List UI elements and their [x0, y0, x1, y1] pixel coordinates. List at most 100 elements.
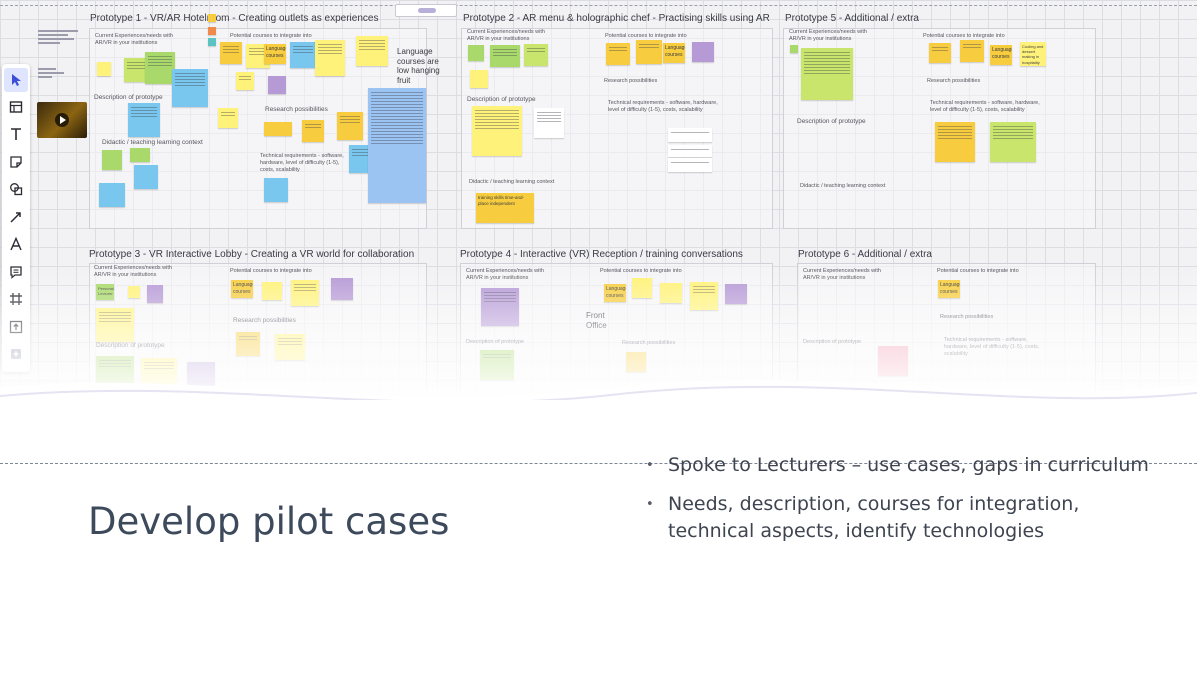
- bullet-dot-icon: •: [646, 458, 654, 473]
- sticky-note: [524, 44, 548, 66]
- sticky-note: [801, 48, 853, 100]
- sticky-note: [929, 43, 951, 63]
- sticky-note: [130, 148, 150, 162]
- sticky-note: [268, 76, 286, 94]
- sticky-note: [534, 108, 564, 138]
- sticky-note: [218, 108, 238, 128]
- label-needs: Current Experiences/needs with AR/VR in …: [789, 29, 867, 42]
- sticky-note: [878, 346, 908, 376]
- label-needs: Current Experiences/needs with AR/VR in …: [94, 265, 172, 278]
- label-technical: Technical requirements - software, hardw…: [930, 100, 1040, 113]
- bullet-dot-icon: •: [646, 497, 654, 512]
- sticky-note: training skills time-and-place independe…: [476, 193, 534, 223]
- sticky-note: [236, 332, 260, 356]
- sticky-note: [960, 40, 984, 62]
- label-research: Research possibilities: [233, 317, 296, 324]
- whiteboard-screenshot: Prototype 1 - VR/AR Hotelroom - Creating…: [0, 0, 1197, 400]
- sticky-note: [468, 45, 484, 61]
- label-description: Description of prototype: [467, 96, 536, 103]
- sticky-note: [632, 278, 652, 298]
- sticky-note: [668, 145, 712, 157]
- sticky-note: [490, 45, 520, 67]
- sticky-note: Personal Lecturer: [96, 284, 114, 300]
- sticky-note: [172, 69, 208, 107]
- sticky-note: [690, 282, 718, 310]
- sticky-note: [692, 42, 714, 62]
- board-dashed-border: [0, 5, 1197, 6]
- table-icon[interactable]: [4, 95, 28, 119]
- sticky-note: [668, 158, 712, 172]
- bullet-item: • Needs, description, courses for integr…: [644, 491, 1164, 545]
- arrow-pen-icon[interactable]: [4, 205, 28, 229]
- slide-title: Develop pilot cases: [88, 500, 450, 543]
- frame-title-prototype-2: Prototype 2 - AR menu & holographic chef…: [463, 13, 770, 24]
- label-courses: Potential courses to integrate into: [923, 33, 1005, 39]
- label-description: Description of prototype: [94, 94, 163, 101]
- sticky-note: [264, 122, 292, 136]
- label-didactic: Didactic / teaching learning context: [800, 183, 886, 189]
- video-thumbnail[interactable]: [37, 102, 87, 138]
- label-description: Description of prototype: [803, 339, 862, 345]
- sticky-note: [368, 88, 426, 203]
- label-needs: Current Experiences/needs with AR/VR in …: [466, 268, 544, 281]
- play-icon[interactable]: [55, 113, 69, 127]
- label-didactic: Didactic / teaching learning context: [102, 139, 203, 146]
- sticky-note: [264, 178, 288, 202]
- frame-icon[interactable]: [4, 287, 28, 311]
- sticky-note: Cooling and dessert making in hospitalit…: [1020, 42, 1046, 66]
- sticky-note: Language courses: [990, 45, 1012, 65]
- label-needs: Current Experiences/needs with AR/VR in …: [467, 29, 545, 42]
- label-courses: Potential courses to integrate into: [230, 33, 312, 39]
- label-didactic: Didactic / teaching learning context: [469, 179, 555, 185]
- sticky-note: [262, 282, 282, 300]
- sticky-note: [636, 40, 662, 64]
- comment-icon[interactable]: [4, 260, 28, 284]
- label-courses: Potential courses to integrate into: [230, 268, 312, 274]
- bullet-text: Needs, description, courses for integrat…: [668, 493, 1080, 542]
- board-toolbar: [2, 64, 30, 372]
- sticky-note: [290, 42, 316, 68]
- sticky-note: [96, 308, 134, 342]
- sticky-note: [97, 62, 111, 76]
- sticky-note: Language courses: [264, 44, 286, 64]
- sticky-note: [472, 106, 522, 156]
- sticky-note: [990, 122, 1036, 162]
- sticky-note: Language courses: [663, 43, 685, 63]
- sticky-note: [626, 352, 646, 372]
- label-research: Research possibilities: [927, 78, 981, 84]
- sticky-note: [236, 72, 254, 90]
- board-text-snippets: [38, 28, 84, 80]
- sticky-note: [141, 358, 177, 394]
- label-technical: Technical requirements - software, hardw…: [260, 153, 344, 173]
- sticky-note: [790, 45, 798, 53]
- frame-title-prototype-6: Prototype 6 - Additional / extra: [798, 249, 932, 260]
- label-courses: Potential courses to integrate into: [600, 268, 682, 274]
- sticky-note: [337, 112, 363, 140]
- label-research: Research possibilities: [265, 106, 328, 113]
- font-icon[interactable]: [4, 232, 28, 256]
- label-needs: Current Experiences/needs with AR/VR in …: [803, 268, 881, 281]
- sticky-note: [208, 14, 216, 22]
- label-description: Description of prototype: [797, 118, 866, 125]
- frame-title-prototype-1: Prototype 1 - VR/AR Hotelroom - Creating…: [90, 13, 379, 24]
- sticky-note: [102, 150, 122, 170]
- label-courses: Potential courses to integrate into: [605, 33, 687, 39]
- sticky-note: [660, 283, 682, 303]
- bullet-list: • Spoke to Lecturers – use cases, gaps i…: [644, 452, 1164, 557]
- text-icon[interactable]: [4, 122, 28, 146]
- sticky-note: Language courses: [231, 280, 253, 298]
- select-cursor-icon[interactable]: [4, 68, 28, 92]
- sticky-note: [134, 165, 158, 189]
- upload-icon[interactable]: [4, 315, 28, 339]
- more-apps-icon[interactable]: [4, 342, 28, 366]
- sticky-note: [275, 334, 305, 360]
- sticky-note: [187, 362, 215, 386]
- sticky-note: [606, 43, 630, 65]
- shapes-icon[interactable]: [4, 177, 28, 201]
- label-courses: Potential courses to integrate into: [937, 268, 1019, 274]
- frame-title-prototype-4: Prototype 4 - Interactive (VR) Reception…: [460, 249, 743, 260]
- sticky-note-icon[interactable]: [4, 150, 28, 174]
- sticky-note: [331, 278, 353, 300]
- sticky-note: [96, 356, 134, 392]
- board-zoom-badge: [395, 4, 457, 17]
